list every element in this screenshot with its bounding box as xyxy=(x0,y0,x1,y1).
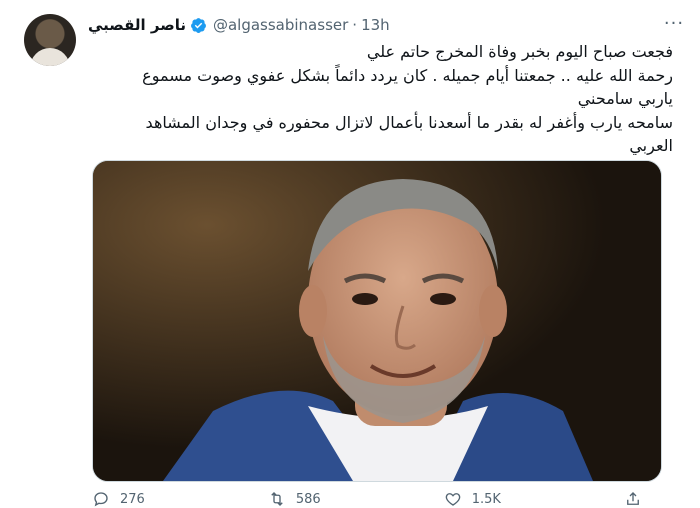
like-button[interactable]: 1.5K xyxy=(444,490,501,508)
avatar[interactable] xyxy=(24,14,76,66)
share-button[interactable] xyxy=(624,490,652,508)
tweet-text-line: سامحه يارب وأغفر له بقدر ما أسعدنا بأعما… xyxy=(145,112,673,132)
tweet-header: ناصر القصبي @algassabinasser · 13h xyxy=(88,14,390,36)
tweet-text-line: فجعت صباح اليوم بخبر وفاة المخرج حاتم عل… xyxy=(366,42,673,61)
reply-icon xyxy=(94,492,108,507)
retweet-count: 586 xyxy=(295,491,321,507)
retweet-icon xyxy=(271,492,283,506)
separator-dot: · xyxy=(352,16,358,34)
like-count: 1.5K xyxy=(471,491,501,507)
tweet-text-line: ياربي سامحني xyxy=(577,89,673,108)
portrait-illustration xyxy=(93,161,661,481)
tweet-text: فجعت صباح اليوم بخبر وفاة المخرج حاتم عل… xyxy=(88,40,673,158)
reply-count: 276 xyxy=(120,491,145,507)
tweet-photo[interactable] xyxy=(92,160,662,482)
tweet-text-line: العربي xyxy=(629,136,673,155)
tweet-text-line: رحمة الله عليه .. جمعتنا أيام جميله . كا… xyxy=(142,65,673,85)
author-handle[interactable]: @algassabinasser xyxy=(213,16,348,34)
more-icon[interactable]: ··· xyxy=(662,12,686,34)
reply-button[interactable]: 276 xyxy=(92,490,145,508)
verified-badge-icon xyxy=(191,17,206,33)
action-bar: 276 586 1.5K xyxy=(92,490,652,508)
share-icon xyxy=(627,492,639,505)
retweet-button[interactable]: 586 xyxy=(268,490,321,508)
author-name[interactable]: ناصر القصبي xyxy=(88,16,186,34)
tweet-card: ناصر القصبي @algassabinasser · 13h ··· ف… xyxy=(0,0,700,507)
avatar-shirt xyxy=(30,48,70,66)
tweet-time[interactable]: 13h xyxy=(361,16,390,34)
like-icon xyxy=(445,493,461,506)
